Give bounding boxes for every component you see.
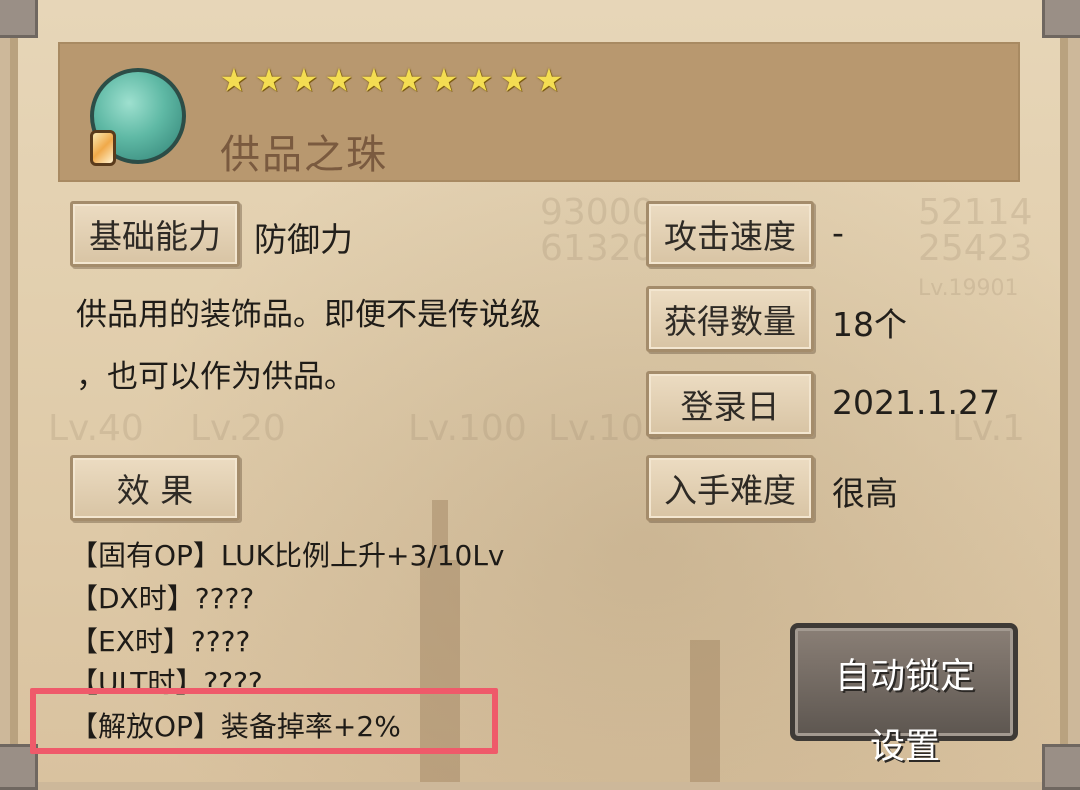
corner-ornament-bottom-right: [1042, 744, 1080, 790]
difficulty-value: 很高: [832, 474, 898, 513]
rarity-stars: ★ ★ ★ ★ ★ ★ ★ ★ ★ ★: [218, 63, 565, 99]
register-date-value: 2021.1.27: [832, 383, 1000, 422]
register-date-button[interactable]: 登录日: [646, 371, 814, 437]
bg-tower: [690, 640, 720, 782]
auto-lock-settings-label: 设置: [869, 727, 940, 767]
star-icon: ★: [359, 61, 389, 99]
release-op-highlight: [30, 688, 498, 754]
star-icon: ★: [534, 61, 564, 99]
star-icon: ★: [289, 61, 319, 99]
attack-speed-button[interactable]: 攻击速度: [646, 201, 814, 267]
effect-ex: 【EX时】????: [70, 625, 251, 658]
star-icon: ★: [219, 61, 249, 99]
effect-inherent-op: 【固有OP】LUK比例上升+3/10Lv: [70, 539, 505, 572]
star-icon: ★: [254, 61, 284, 99]
item-description-line-2: ，也可以作为供品。: [76, 359, 355, 395]
star-icon: ★: [499, 61, 529, 99]
obtained-count-value: 18个: [832, 305, 907, 344]
difficulty-button[interactable]: 入手难度: [646, 455, 814, 521]
star-icon: ★: [464, 61, 494, 99]
item-name: 供品之珠: [220, 132, 388, 178]
star-icon: ★: [429, 61, 459, 99]
effect-dx: 【DX时】????: [70, 582, 255, 615]
orange-gem-icon: [90, 130, 116, 166]
auto-lock-label: 自动锁定: [834, 657, 975, 697]
effects-button[interactable]: 效 果: [70, 455, 240, 521]
base-ability-button[interactable]: 基础能力: [70, 201, 240, 267]
corner-ornament-top-right: [1042, 0, 1080, 38]
item-description-line-1: 供品用的装饰品。即便不是传说级: [76, 297, 541, 333]
attack-speed-value: -: [832, 213, 844, 252]
corner-ornament-top-left: [0, 0, 38, 38]
star-icon: ★: [324, 61, 354, 99]
star-icon: ★: [394, 61, 424, 99]
obtained-count-button[interactable]: 获得数量: [646, 286, 814, 352]
base-ability-value: 防御力: [254, 220, 353, 259]
